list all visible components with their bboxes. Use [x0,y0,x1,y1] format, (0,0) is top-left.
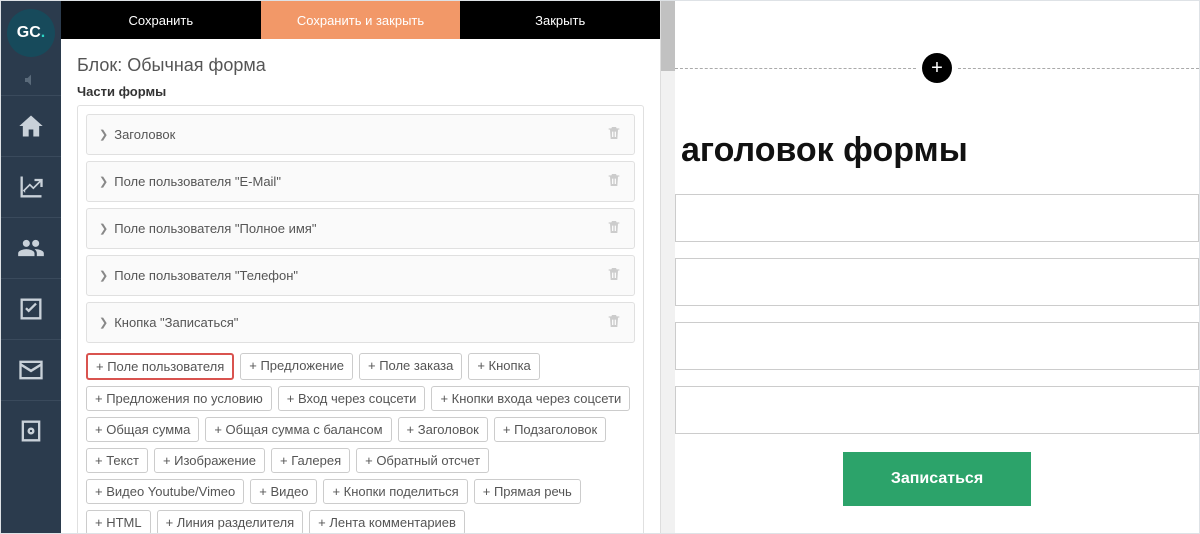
parts-container: ❯ Заголовок ❯ Поле пользователя "E-Mail" ❯ По… [77,105,644,533]
form-input[interactable] [675,194,1199,242]
block-title: Блок: Обычная форма [77,55,644,76]
form-input[interactable] [675,386,1199,434]
add-section-button[interactable]: + [922,53,952,83]
part-row[interactable]: ❯ Поле пользователя "E-Mail" [86,161,635,202]
part-row[interactable]: ❯ Поле пользователя "Полное имя" [86,208,635,249]
chevron-right-icon: ❯ [99,222,108,235]
part-label: Заголовок [114,127,606,142]
logo-text: GC [17,24,41,42]
add-element-button[interactable]: + Общая сумма с балансом [205,417,391,442]
add-element-button[interactable]: + Подзаголовок [494,417,606,442]
chevron-right-icon: ❯ [99,175,108,188]
part-row[interactable]: ❯ Заголовок [86,114,635,155]
part-label: Кнопка "Записаться" [114,315,606,330]
action-bar: Сохранить Сохранить и закрыть Закрыть [61,1,660,39]
add-element-button[interactable]: + Изображение [154,448,265,473]
add-element-button[interactable]: + Поле заказа [359,353,462,380]
delete-icon[interactable] [606,266,622,285]
part-label: Поле пользователя "Полное имя" [114,221,606,236]
add-element-button[interactable]: + HTML [86,510,151,533]
save-and-close-button[interactable]: Сохранить и закрыть [261,1,461,39]
chevron-right-icon: ❯ [99,128,108,141]
add-element-button[interactable]: + Предложения по условию [86,386,272,411]
chevron-right-icon: ❯ [99,316,108,329]
form-input[interactable] [675,322,1199,370]
preview-area: + аголовок формы Записаться [675,1,1199,533]
form-title: аголовок формы [675,131,1199,170]
editor-panel: Сохранить Сохранить и закрыть Закрыть Бл… [61,1,661,533]
add-element-button[interactable]: + Видео [250,479,317,504]
add-element-button[interactable]: + Текст [86,448,148,473]
add-element-button[interactable]: + Линия разделителя [157,510,304,533]
add-section-divider: + [675,53,1199,83]
part-label: Поле пользователя "Телефон" [114,268,606,283]
form-input[interactable] [675,258,1199,306]
add-element-button[interactable]: + Кнопки входа через соцсети [431,386,630,411]
safe-icon[interactable] [1,401,61,461]
add-element-button[interactable]: + Галерея [271,448,350,473]
part-row[interactable]: ❯ Поле пользователя "Телефон" [86,255,635,296]
add-element-button[interactable]: + Общая сумма [86,417,199,442]
add-element-button[interactable]: + Видео Youtube/Vimeo [86,479,244,504]
add-element-button[interactable]: + Предложение [240,353,353,380]
add-element-button[interactable]: + Кнопка [468,353,539,380]
scrollbar-thumb[interactable] [661,1,675,71]
delete-icon[interactable] [606,125,622,144]
parts-label: Части формы [77,84,644,99]
add-element-button[interactable]: + Кнопки поделиться [323,479,467,504]
form-inputs [675,194,1199,434]
panel-body: Блок: Обычная форма Части формы ❯ Заголов… [61,39,660,533]
group-icon[interactable] [1,218,61,278]
delete-icon[interactable] [606,172,622,191]
add-element-button[interactable]: + Заголовок [398,417,488,442]
add-element-button[interactable]: + Прямая речь [474,479,581,504]
submit-button[interactable]: Записаться [843,452,1031,506]
add-element-button[interactable]: + Поле пользователя [86,353,234,380]
add-buttons-container: + Поле пользователя+ Предложение+ Поле з… [86,353,635,533]
home-icon[interactable] [1,96,61,156]
check-icon[interactable] [1,279,61,339]
app-root: GC. Сохранить Сохранит [0,0,1200,534]
left-sidebar: GC. [1,1,61,533]
save-button[interactable]: Сохранить [61,1,261,39]
sound-icon[interactable] [1,65,61,95]
part-label: Поле пользователя "E-Mail" [114,174,606,189]
editor-scrollbar[interactable] [661,1,675,533]
chevron-right-icon: ❯ [99,269,108,282]
delete-icon[interactable] [606,219,622,238]
logo-dot: . [41,24,45,42]
add-element-button[interactable]: + Лента комментариев [309,510,465,533]
close-button[interactable]: Закрыть [460,1,660,39]
add-element-button[interactable]: + Обратный отсчет [356,448,489,473]
delete-icon[interactable] [606,313,622,332]
chart-icon[interactable] [1,157,61,217]
add-element-button[interactable]: + Вход через соцсети [278,386,426,411]
parts-list: ❯ Заголовок ❯ Поле пользователя "E-Mail" ❯ По… [86,114,635,343]
brand-logo[interactable]: GC. [7,9,55,57]
mail-icon[interactable] [1,340,61,400]
part-row[interactable]: ❯ Кнопка "Записаться" [86,302,635,343]
